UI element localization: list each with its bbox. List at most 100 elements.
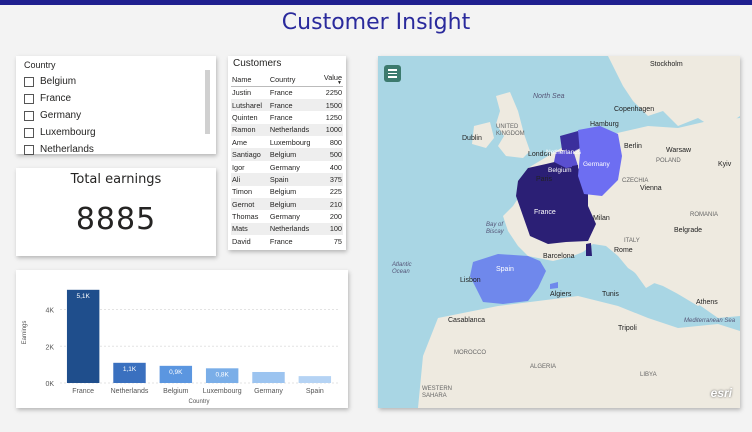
checkbox-icon[interactable]	[24, 93, 34, 104]
slicer-item-label: France	[40, 93, 72, 104]
y-axis-title: Earnings	[22, 321, 28, 345]
cell-value: 2250	[325, 88, 342, 98]
bar-germany[interactable]	[252, 371, 285, 383]
menu-icon-line	[388, 72, 397, 75]
earnings-bar-chart: 0K 2K 4K Earnings 5,1K France 1,1K Netherlands 0…	[16, 270, 348, 408]
x-tick-label: Spain	[306, 388, 324, 395]
table-row[interactable]: Santiago Belgium 500	[231, 148, 343, 161]
bar-data-label: 5,1K	[76, 293, 90, 300]
slicer-item-france[interactable]: France	[24, 90, 208, 107]
map-layers-button[interactable]	[384, 65, 401, 82]
cell-country: Spain	[268, 173, 320, 186]
map-label-morocco: MOROCCO	[454, 350, 486, 356]
cell-country: France	[269, 112, 293, 122]
table-row[interactable]: David France 75	[231, 235, 343, 247]
cell-name: Santiago	[231, 148, 269, 161]
bar-data-label: 1,1K	[123, 366, 137, 373]
region-luxembourg[interactable]	[572, 165, 578, 172]
cell-country: Netherlands	[268, 123, 320, 137]
map-label-tripoli: Tripoli	[618, 325, 637, 332]
cell-name: Igor	[232, 162, 245, 172]
checkbox-icon[interactable]	[24, 144, 34, 155]
cell-value: 75	[333, 236, 342, 246]
cell-value: 210	[319, 198, 343, 211]
table-row[interactable]: Lutsharel France 1500	[231, 98, 343, 112]
slicer-item-luxembourg[interactable]: Luxembourg	[24, 124, 208, 141]
bar-chart-svg: 0K 2K 4K Earnings 5,1K France 1,1K Netherlands 0…	[22, 289, 338, 405]
map-label-belgrade: Belgrade	[674, 227, 702, 234]
map-label-algeria: ALGERIA	[530, 364, 556, 370]
map-label-spain: Spain	[496, 266, 514, 273]
table-row[interactable]: Timon Belgium 225	[231, 186, 343, 198]
y-tick-label: 0K	[45, 381, 54, 388]
slicer-item-belgium[interactable]: Belgium	[24, 73, 208, 90]
column-header-country[interactable]: Country	[268, 72, 320, 87]
table-row[interactable]: Thomas Germany 200	[231, 210, 343, 222]
cell-value: 500	[319, 148, 343, 161]
bar-france[interactable]	[66, 289, 100, 383]
slicer-item-label: Netherlands	[40, 144, 94, 155]
cell-country: Germany	[269, 162, 300, 172]
map-label-poland: POLAND	[656, 158, 681, 164]
map-label-france: France	[534, 209, 556, 216]
table-row[interactable]: Ramon Netherlands 1000	[231, 123, 343, 137]
table-row[interactable]: Ali Spain 375	[231, 173, 343, 186]
cell-country: Belgium	[268, 198, 320, 211]
cell-country: France	[269, 236, 293, 246]
slicer-item-germany[interactable]: Germany	[24, 107, 208, 124]
cell-name: Lutsharel	[231, 98, 269, 112]
checkbox-icon[interactable]	[24, 127, 34, 138]
cell-country: Belgium	[269, 187, 297, 197]
x-tick-label: France	[72, 388, 94, 395]
cell-country: France	[269, 88, 293, 98]
table-row[interactable]: Gernot Belgium 210	[231, 198, 343, 211]
table-row[interactable]: Mats Netherlands 100	[231, 222, 343, 236]
cell-value: 375	[319, 173, 343, 186]
slicer-title: Country	[24, 60, 56, 70]
map-label-barcelona: Barcelona	[543, 253, 575, 260]
cell-value: 1000	[319, 123, 343, 137]
cell-country: France	[268, 98, 320, 112]
x-tick-label: Belgium	[163, 388, 188, 395]
map-label-warsaw: Warsaw	[666, 147, 692, 154]
region-corsica[interactable]	[586, 243, 592, 256]
table-row[interactable]: Justin France 2250	[231, 87, 343, 99]
map-visual[interactable]: Stockholm North Sea Copenhagen UNITED KIN…	[378, 56, 740, 408]
bar-data-label: 0,8K	[215, 371, 229, 378]
europe-map[interactable]: Stockholm North Sea Copenhagen UNITED KIN…	[378, 56, 740, 408]
column-header-name[interactable]: Name	[231, 72, 269, 87]
cell-value: 100	[319, 222, 343, 236]
cell-value: 800	[329, 137, 342, 147]
map-label-copenhagen: Copenhagen	[614, 106, 654, 113]
map-label-milan: Milan	[593, 215, 610, 222]
column-header-value[interactable]: Value ▼	[319, 72, 343, 87]
checkbox-icon[interactable]	[24, 110, 34, 121]
bar-spain[interactable]	[298, 376, 332, 383]
cell-name: Mats	[231, 222, 269, 236]
map-label-casablanca: Casablanca	[448, 317, 485, 324]
slicer-scrollbar[interactable]	[205, 70, 210, 134]
map-label-kyiv: Kyiv	[718, 161, 732, 168]
y-tick-label: 2K	[45, 344, 54, 351]
sort-desc-icon: ▼	[337, 80, 342, 86]
map-label-paris: Paris	[536, 176, 552, 183]
bar-data-label: 0,9K	[169, 369, 183, 376]
map-label-italy: ITALY	[624, 238, 640, 244]
cell-name: Ame	[232, 137, 248, 147]
cell-value: 1500	[319, 98, 343, 112]
table-row[interactable]: Quinten France 1250	[231, 111, 343, 123]
map-label-rome: Rome	[614, 247, 633, 254]
total-earnings-card: Total earnings 8885	[16, 168, 216, 256]
table-body: Justin France 2250 Lutsharel France 1500 Quint…	[231, 87, 343, 248]
slicer-item-netherlands[interactable]: Netherlands	[24, 141, 208, 158]
map-label-lisbon: Lisbon	[460, 277, 481, 284]
report-title: Customer Insight	[281, 10, 471, 35]
checkbox-icon[interactable]	[24, 76, 34, 87]
top-accent-bar	[0, 0, 752, 5]
x-tick-label: Luxembourg	[203, 388, 242, 395]
menu-icon-line	[388, 69, 397, 71]
map-label-dublin: Dublin	[462, 135, 482, 142]
table-row[interactable]: Igor Germany 400	[231, 161, 343, 173]
table-row[interactable]: Ame Luxembourg 800	[231, 136, 343, 148]
slicer-item-label: Germany	[40, 110, 82, 121]
